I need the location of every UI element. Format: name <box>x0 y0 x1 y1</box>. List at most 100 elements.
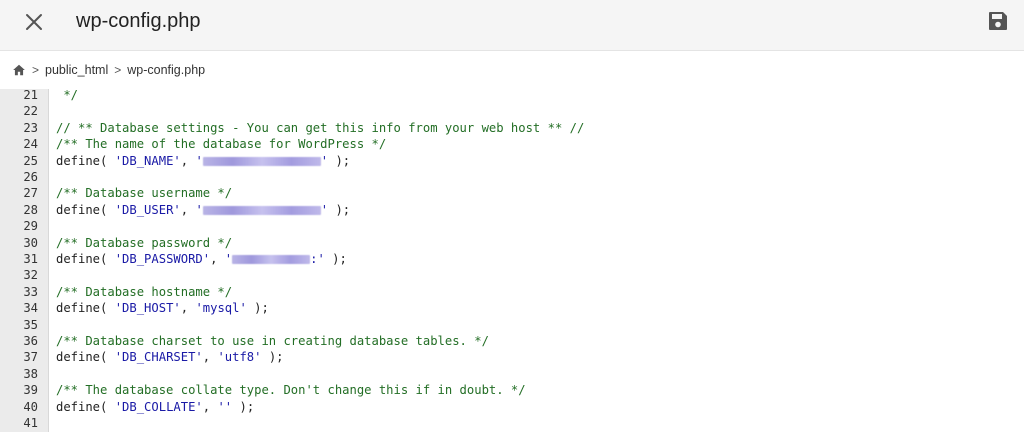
line-number: 24 <box>23 137 38 152</box>
code-text: /** The name of the database for WordPre… <box>56 137 387 152</box>
code-text: define( 'DB_COLLATE', '' ); <box>56 399 254 415</box>
define-keyword: define( <box>56 350 115 365</box>
line-number: 25 <box>23 153 38 168</box>
editor-header: wp-config.php <box>0 0 1024 51</box>
line-number: 22 <box>23 104 38 119</box>
code-text: */ <box>56 89 79 102</box>
code-line[interactable]: 24 /** The name of the database for WordP… <box>0 136 1024 152</box>
breadcrumb: > public_html > wp-config.php <box>0 51 1024 89</box>
comma: , <box>202 399 218 414</box>
file-title: wp-config.php <box>76 10 201 32</box>
save-button[interactable] <box>986 9 1010 33</box>
code-text: // ** Database settings - You can get th… <box>56 120 585 135</box>
breadcrumb-separator: > <box>32 63 40 77</box>
code-line[interactable]: 28 define( 'DB_USER', ' ' ); <box>0 202 1024 218</box>
code-text: define( 'DB_NAME', ' ' ); <box>56 153 350 169</box>
comma: , <box>210 252 225 266</box>
quote: ' <box>195 202 203 217</box>
line-number: 33 <box>23 284 38 299</box>
code-text: define( 'DB_HOST', 'mysql' ); <box>56 300 269 316</box>
redacted-value <box>202 205 321 215</box>
comma: , <box>180 202 196 217</box>
line-number: 39 <box>23 383 38 398</box>
code-text: /** Database hostname */ <box>56 284 233 299</box>
code-text: /** Database username */ <box>56 186 233 201</box>
code-line[interactable]: 37 define( 'DB_CHARSET', 'utf8' ); <box>0 349 1024 365</box>
constant-name: 'DB_PASSWORD' <box>114 252 211 266</box>
code-line[interactable]: 23 // ** Database settings - You can get … <box>0 120 1024 136</box>
line-number: 32 <box>23 268 38 283</box>
code-line[interactable]: 36 /** Database charset to use in creatin… <box>0 333 1024 349</box>
line-number: 26 <box>23 170 38 184</box>
line-number: 35 <box>23 317 38 332</box>
code-line[interactable]: 26 <box>0 169 1024 185</box>
line-number: 27 <box>23 186 38 201</box>
statement-end: ); <box>261 350 284 365</box>
breadcrumb-item-wp-config[interactable]: wp-config.php <box>127 63 205 77</box>
comma: , <box>202 350 218 365</box>
redacted-value <box>202 156 321 166</box>
code-line[interactable]: 41 <box>0 415 1024 431</box>
code-line[interactable]: 35 <box>0 317 1024 333</box>
code-line[interactable]: 33 /** Database hostname */ <box>0 284 1024 300</box>
breadcrumb-item-public-html[interactable]: public_html <box>45 63 108 77</box>
constant-name: 'DB_COLLATE' <box>114 399 203 414</box>
code-text: /** Database charset to use in creating … <box>56 334 489 348</box>
line-number: 36 <box>23 334 38 348</box>
statement-end: ); <box>232 399 255 414</box>
statement-end: ); <box>324 252 347 266</box>
constant-name: 'DB_HOST' <box>114 301 181 316</box>
constant-name: 'DB_USER' <box>114 202 181 217</box>
redacted-value <box>232 255 311 264</box>
code-text: define( 'DB_PASSWORD', ' :' ); <box>56 251 347 267</box>
line-number: 37 <box>23 350 38 365</box>
quote: ' <box>224 252 233 266</box>
line-number: 23 <box>23 120 38 135</box>
home-icon[interactable] <box>12 63 26 77</box>
code-line[interactable]: 40 define( 'DB_COLLATE', '' ); <box>0 399 1024 415</box>
line-number: 29 <box>23 219 38 234</box>
line-number: 38 <box>23 366 38 381</box>
code-line[interactable]: 34 define( 'DB_HOST', 'mysql' ); <box>0 300 1024 316</box>
save-icon <box>989 12 1007 30</box>
constant-name: 'DB_CHARSET' <box>114 350 203 365</box>
code-line[interactable]: 25 define( 'DB_NAME', ' ' ); <box>0 153 1024 169</box>
comma: , <box>180 301 196 316</box>
code-line[interactable]: 32 <box>0 267 1024 283</box>
code-line[interactable]: 39 /** The database collate type. Don't c… <box>0 382 1024 398</box>
statement-end: ); <box>328 202 351 217</box>
define-keyword: define( <box>56 202 115 217</box>
code-line[interactable]: 29 <box>0 218 1024 234</box>
line-number: 41 <box>23 416 38 430</box>
constant-name: 'DB_NAME' <box>114 153 181 168</box>
close-button[interactable] <box>22 10 46 34</box>
line-number: 30 <box>23 235 38 250</box>
code-editor[interactable]: 21 */22 23// ** Database settings - You c… <box>0 89 1024 432</box>
line-number: 34 <box>23 301 38 316</box>
quote: :' <box>310 252 325 266</box>
constant-value: 'mysql' <box>195 301 247 316</box>
line-number: 28 <box>23 202 38 217</box>
code-line[interactable]: 21 */ <box>0 89 1024 103</box>
code-text: /** The database collate type. Don't cha… <box>56 383 526 398</box>
statement-end: ); <box>328 153 351 168</box>
define-keyword: define( <box>56 301 115 316</box>
code-line[interactable]: 22 <box>0 103 1024 119</box>
line-number: 31 <box>23 252 38 266</box>
code-text: define( 'DB_CHARSET', 'utf8' ); <box>56 349 284 365</box>
close-icon <box>26 14 42 30</box>
define-keyword: define( <box>56 252 115 266</box>
code-line[interactable]: 31 define( 'DB_PASSWORD', ' :' ); <box>0 251 1024 267</box>
code-text: define( 'DB_USER', ' ' ); <box>56 202 350 218</box>
line-number: 21 <box>23 89 38 102</box>
code-line[interactable]: 27 /** Database username */ <box>0 185 1024 201</box>
statement-end: ); <box>246 301 269 316</box>
constant-value: 'utf8' <box>217 350 262 365</box>
line-number: 40 <box>23 399 38 414</box>
code-line[interactable]: 30 /** Database password */ <box>0 235 1024 251</box>
code-text: /** Database password */ <box>56 235 233 250</box>
code-line[interactable]: 38 <box>0 366 1024 382</box>
define-keyword: define( <box>56 153 115 168</box>
constant-value: '' <box>217 399 233 414</box>
breadcrumb-separator: > <box>114 63 122 77</box>
